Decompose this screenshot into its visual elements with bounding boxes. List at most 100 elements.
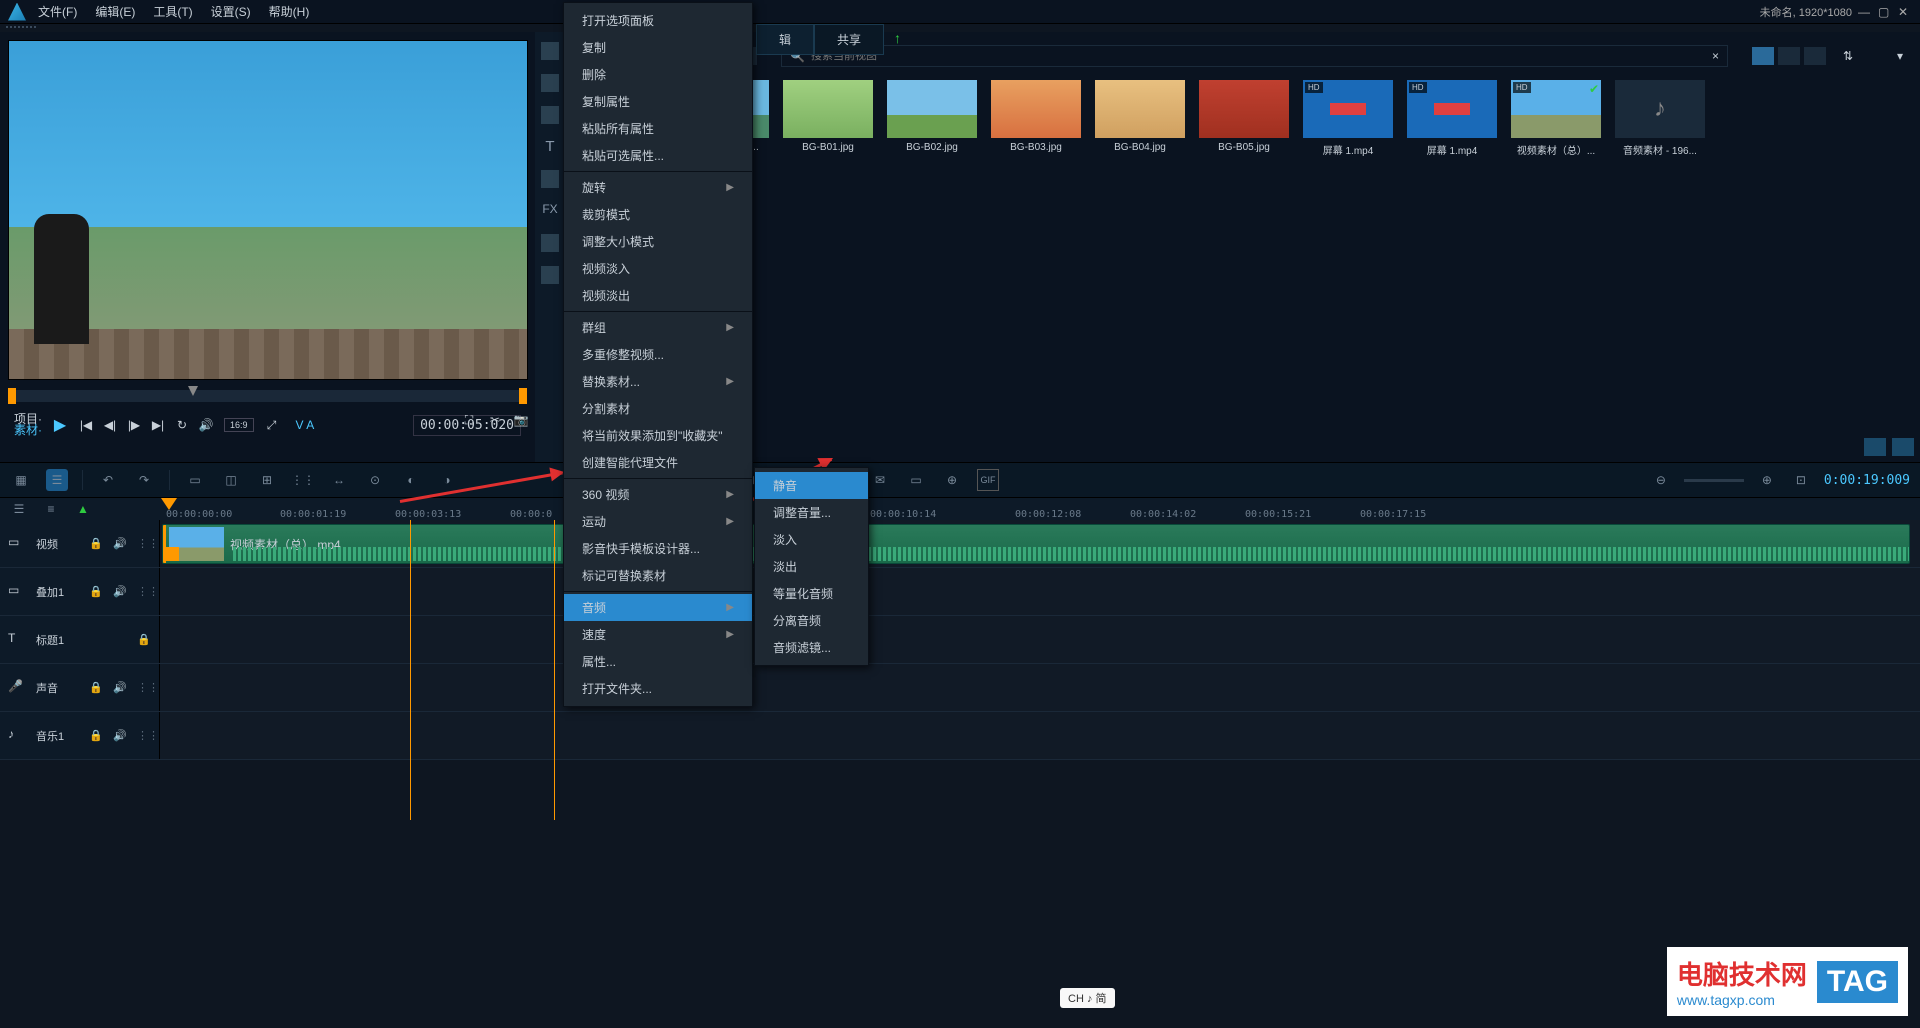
context-menu-item[interactable]: 调整音量... (755, 499, 868, 526)
zoom-out-icon[interactable]: ⊖ (1650, 469, 1672, 491)
media-thumb[interactable]: BG-B01.jpg (783, 80, 873, 157)
menu-edit[interactable]: 编辑(E) (95, 3, 135, 20)
context-menu-item[interactable]: 删除 (564, 61, 752, 88)
tool-icon-6[interactable]: ⊙ (364, 469, 386, 491)
context-menu-item[interactable]: 速度▶ (564, 621, 752, 648)
context-menu-item[interactable]: 属性... (564, 648, 752, 675)
video-clip[interactable]: 视频素材（总）.mp4 (162, 524, 1910, 564)
expand-icon[interactable]: ⤢ (264, 417, 280, 433)
tool-icon-13[interactable]: ⊕ (941, 469, 963, 491)
panel-icon-5[interactable] (541, 170, 559, 188)
tool-icon-11[interactable]: ✉ (869, 469, 891, 491)
snapshot-icon[interactable]: 📷 (513, 412, 529, 428)
mute-icon[interactable]: 🔊 (113, 585, 127, 599)
context-menu-item[interactable]: 群组▶ (564, 314, 752, 341)
tab-share[interactable]: 共享 (814, 24, 884, 55)
ruler-btn-2[interactable]: ≡ (40, 498, 62, 520)
media-thumb[interactable]: BG-B04.jpg (1095, 80, 1185, 157)
tool-icon-8[interactable]: ◑ (436, 469, 458, 491)
media-thumb[interactable]: HD屏幕 1.mp4 (1407, 80, 1497, 157)
trim-in-handle[interactable] (8, 388, 16, 404)
context-menu-item[interactable]: 运动▶ (564, 508, 752, 535)
fx-icon[interactable]: FX (541, 202, 559, 220)
context-menu-item[interactable]: 音频滤镜... (755, 634, 868, 661)
tool-icon-1[interactable]: ▭ (184, 469, 206, 491)
track-menu-icon[interactable]: ⋮⋮ (137, 537, 151, 551)
media-thumb[interactable]: BG-B03.jpg (991, 80, 1081, 157)
media-thumb[interactable]: BG-B05.jpg (1199, 80, 1289, 157)
context-menu-item[interactable]: 复制属性 (564, 88, 752, 115)
prev-frame-icon[interactable]: ◀| (102, 417, 118, 433)
playhead[interactable] (410, 520, 411, 820)
track-menu-icon[interactable]: ⋮⋮ (137, 585, 151, 599)
tool-icon-3[interactable]: ⊞ (256, 469, 278, 491)
context-menu-item[interactable]: 打开选项面板 (564, 7, 752, 34)
zoom-slider[interactable] (1684, 479, 1744, 482)
lock-icon[interactable]: 🔒 (89, 537, 103, 551)
maximize-icon[interactable]: ▢ (1878, 5, 1892, 19)
lib-corner-btn-2[interactable] (1892, 438, 1914, 456)
context-menu-item[interactable]: 影音快手模板设计器... (564, 535, 752, 562)
context-menu-item[interactable]: 静音 (755, 472, 868, 499)
context-menu-item[interactable]: 淡出 (755, 553, 868, 580)
timeline-view-icon[interactable]: ☰ (46, 469, 68, 491)
trim-bar[interactable] (8, 390, 527, 402)
sort-icon[interactable]: ⇅ (1838, 46, 1858, 66)
split-icon[interactable]: ✂ (487, 412, 503, 428)
ruler-btn-1[interactable]: ☰ (8, 498, 30, 520)
menu-settings[interactable]: 设置(S) (211, 3, 251, 20)
gif-icon[interactable]: GIF (977, 469, 999, 491)
media-thumb[interactable]: BG-B02.jpg (887, 80, 977, 157)
close-icon[interactable]: ✕ (1898, 5, 1912, 19)
lock-icon[interactable]: 🔒 (137, 633, 151, 647)
mute-icon[interactable]: 🔊 (113, 729, 127, 743)
context-menu-item[interactable]: 打开文件夹... (564, 675, 752, 702)
media-thumb[interactable]: 音频素材 - 196... (1615, 80, 1705, 157)
track-menu-icon[interactable]: ⋮⋮ (137, 681, 151, 695)
context-menu-item[interactable]: 淡入 (755, 526, 868, 553)
tool-icon-12[interactable]: ▭ (905, 469, 927, 491)
fit-icon[interactable]: ⊡ (1790, 469, 1812, 491)
trim-playhead[interactable] (188, 386, 198, 396)
context-menu-item[interactable]: 调整大小模式 (564, 228, 752, 255)
redo-icon[interactable]: ↷ (133, 469, 155, 491)
context-menu-item[interactable]: 旋转▶ (564, 174, 752, 201)
view-list-icon[interactable] (1778, 47, 1800, 65)
track-menu-icon[interactable]: ⋮⋮ (137, 729, 151, 743)
panel-icon-7[interactable] (541, 234, 559, 252)
context-menu-item[interactable]: 分离音频 (755, 607, 868, 634)
tool-icon-5[interactable]: ↔ (328, 469, 350, 491)
goto-end-icon[interactable]: ▶| (150, 417, 166, 433)
context-menu-item[interactable]: 复制 (564, 34, 752, 61)
context-menu-item[interactable]: 分割素材 (564, 395, 752, 422)
undo-icon[interactable]: ↶ (97, 469, 119, 491)
view-grid-icon[interactable] (1752, 47, 1774, 65)
aspect-ratio[interactable]: 16:9 (224, 418, 254, 432)
va-toggle[interactable]: V A (296, 418, 315, 432)
panel-icon-3[interactable] (541, 106, 559, 124)
context-menu-item[interactable]: 标记可替换素材 (564, 562, 752, 589)
storyboard-view-icon[interactable]: ▦ (10, 469, 32, 491)
lock-icon[interactable]: 🔒 (89, 729, 103, 743)
tool-icon-7[interactable]: ◐ (400, 469, 422, 491)
goto-start-icon[interactable]: |◀ (78, 417, 94, 433)
media-thumb[interactable]: HD✔视频素材（总）... (1511, 80, 1601, 157)
text-tool-icon[interactable]: T (541, 138, 559, 156)
mute-icon[interactable]: 🔊 (113, 681, 127, 695)
loop-icon[interactable]: ↻ (174, 417, 190, 433)
context-menu-item[interactable]: 视频淡入 (564, 255, 752, 282)
minimize-icon[interactable]: — (1858, 5, 1872, 19)
context-menu-item[interactable]: 360 视频▶ (564, 481, 752, 508)
lock-icon[interactable]: 🔒 (89, 681, 103, 695)
search-input[interactable] (811, 50, 1706, 62)
timeline-ruler[interactable]: ☰ ≡ ▲ 00:00:00:0000:00:01:1900:00:03:130… (0, 498, 1920, 520)
lib-corner-btn-1[interactable] (1864, 438, 1886, 456)
context-menu-item[interactable]: 音频▶ (564, 594, 752, 621)
mute-icon[interactable]: 🔊 (113, 537, 127, 551)
context-menu-item[interactable]: 视频淡出 (564, 282, 752, 309)
context-menu-item[interactable]: 多重修整视频... (564, 341, 752, 368)
grip-handle[interactable] (0, 24, 1920, 32)
tab-edit[interactable]: 辑 (756, 24, 814, 55)
context-menu-item[interactable]: 裁剪模式 (564, 201, 752, 228)
trim-out-handle[interactable] (519, 388, 527, 404)
